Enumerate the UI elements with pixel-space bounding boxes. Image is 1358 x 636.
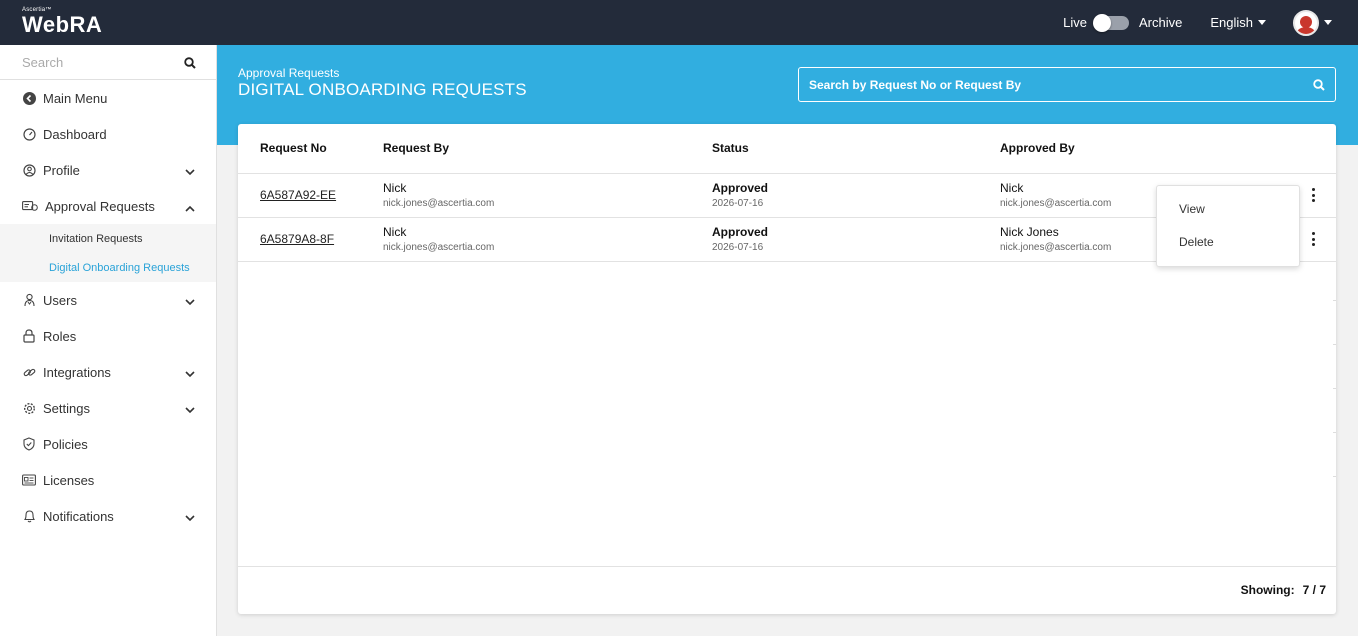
gauge-icon	[22, 127, 36, 141]
live-archive-toggle[interactable]	[1093, 13, 1129, 32]
sidebar-item-label: Notifications	[43, 508, 114, 524]
back-circle-icon	[22, 91, 36, 105]
sidebar-item-label: Licenses	[43, 472, 95, 488]
toggle-knob	[1093, 13, 1111, 32]
sidebar-subitem-invitation-requests[interactable]: Invitation Requests	[0, 224, 216, 253]
column-header-request-by[interactable]: Request By	[383, 141, 449, 155]
sidebar-item-label: Dashboard	[43, 126, 107, 142]
avatar	[1293, 9, 1319, 36]
chevron-down-icon	[185, 402, 195, 417]
license-icon	[22, 473, 36, 487]
approver-email: nick.jones@ascertia.com	[1000, 198, 1112, 209]
bell-icon	[22, 509, 36, 523]
request-no-link[interactable]: 6A587A92-EE	[260, 188, 336, 202]
menu-item-delete[interactable]: Delete	[1157, 226, 1299, 259]
approval-requests-submenu: Invitation Requests Digital Onboarding R…	[0, 224, 216, 282]
sidebar-item-policies[interactable]: Policies	[0, 426, 216, 462]
status-date: 2026-07-16	[712, 198, 764, 209]
language-label: English	[1210, 15, 1253, 30]
table-header: Request No Request By Status Approved By	[238, 124, 1336, 174]
search-icon[interactable]	[1313, 78, 1325, 96]
requester-email: nick.jones@ascertia.com	[383, 242, 495, 253]
sidebar-item-label: Profile	[43, 162, 80, 178]
sidebar-item-main-menu[interactable]: Main Menu	[0, 80, 216, 116]
live-label: Live	[1063, 15, 1087, 30]
request-by-cell: Nick nick.jones@ascertia.com	[383, 181, 494, 209]
lock-icon	[22, 329, 36, 343]
status-cell: Approved 2026-07-16	[712, 181, 768, 209]
chevron-down-icon	[185, 294, 195, 309]
gear-icon	[22, 401, 36, 415]
showing-value: 7 / 7	[1302, 583, 1326, 597]
sidebar-item-label: Users	[43, 292, 77, 308]
approver-name: Nick	[1000, 181, 1024, 195]
status-date: 2026-07-16	[712, 242, 764, 253]
sidebar-item-licenses[interactable]: Licenses	[0, 462, 216, 498]
row-actions-kebab-icon[interactable]	[1310, 188, 1316, 202]
sidebar-subitem-digital-onboarding-requests[interactable]: Digital Onboarding Requests	[0, 253, 216, 282]
sidebar-item-roles[interactable]: Roles	[0, 318, 216, 354]
column-header-status[interactable]: Status	[712, 141, 749, 155]
sidebar-item-approval-requests[interactable]: Approval Requests	[0, 188, 216, 224]
status-cell: Approved 2026-07-16	[712, 225, 768, 253]
row-actions-menu: View Delete	[1156, 185, 1300, 267]
column-header-request-no[interactable]: Request No	[260, 141, 327, 155]
caret-down-icon	[1258, 20, 1266, 25]
shield-icon	[22, 437, 36, 451]
sidebar-item-profile[interactable]: Profile	[0, 152, 216, 188]
table-footer: Showing: 7 / 7	[238, 566, 1336, 614]
brand-name: WebRA	[22, 12, 103, 37]
user-menu[interactable]	[1293, 9, 1332, 36]
sidebar-search-input[interactable]	[0, 45, 170, 79]
chevron-down-icon	[185, 510, 195, 525]
breadcrumb[interactable]: Approval Requests	[238, 66, 339, 80]
menu-item-view[interactable]: View	[1157, 193, 1299, 226]
sidebar-item-integrations[interactable]: Integrations	[0, 354, 216, 390]
archive-label: Archive	[1139, 15, 1183, 30]
sidebar-item-label: Roles	[43, 328, 77, 344]
request-search-box	[798, 67, 1336, 102]
requester-name: Nick	[383, 225, 407, 239]
approver-email: nick.jones@ascertia.com	[1000, 242, 1112, 253]
webra-logo[interactable]: Ascertia™ WebRA	[22, 7, 102, 38]
users-icon	[22, 293, 36, 307]
status-text: Approved	[712, 181, 769, 195]
language-selector[interactable]: English	[1210, 15, 1266, 30]
request-search-input[interactable]	[799, 68, 1279, 101]
requester-name: Nick	[383, 181, 407, 195]
requester-email: nick.jones@ascertia.com	[383, 198, 495, 209]
request-by-cell: Nick nick.jones@ascertia.com	[383, 225, 494, 253]
column-header-approved-by[interactable]: Approved By	[1000, 141, 1075, 155]
status-text: Approved	[712, 225, 769, 239]
approval-icon	[22, 199, 38, 213]
sidebar-item-label: Policies	[43, 436, 88, 452]
chevron-down-icon	[185, 366, 195, 381]
sidebar-item-settings[interactable]: Settings	[0, 390, 216, 426]
sidebar-item-users[interactable]: Users	[0, 282, 216, 318]
sidebar-item-notifications[interactable]: Notifications	[0, 498, 216, 534]
chevron-down-icon	[185, 164, 195, 179]
sidebar: Main Menu Dashboard Profile Approval Req…	[0, 45, 217, 636]
row-actions-kebab-icon[interactable]	[1310, 232, 1316, 246]
page-title: DIGITAL ONBOARDING REQUESTS	[238, 80, 527, 99]
sidebar-item-label: Approval Requests	[45, 198, 155, 214]
top-bar: Ascertia™ WebRA Live Archive English	[0, 0, 1358, 45]
chevron-up-icon	[185, 200, 195, 215]
approver-name: Nick Jones	[1000, 225, 1059, 239]
user-circle-icon	[22, 163, 36, 177]
sidebar-item-label: Integrations	[43, 364, 111, 380]
approved-by-cell: Nick Jones nick.jones@ascertia.com	[1000, 225, 1111, 253]
scroll-edge-ticks	[1333, 300, 1336, 520]
sidebar-search	[0, 45, 216, 80]
sidebar-item-label: Settings	[43, 400, 90, 416]
sidebar-item-label: Main Menu	[43, 90, 108, 106]
search-icon[interactable]	[184, 56, 196, 74]
caret-down-icon	[1324, 20, 1332, 25]
request-no-link[interactable]: 6A5879A8-8F	[260, 232, 334, 246]
showing-label: Showing:	[1240, 583, 1295, 597]
sidebar-item-dashboard[interactable]: Dashboard	[0, 116, 216, 152]
link-icon	[22, 365, 36, 379]
showing-count: Showing: 7 / 7	[1241, 583, 1326, 597]
approved-by-cell: Nick nick.jones@ascertia.com	[1000, 181, 1111, 209]
